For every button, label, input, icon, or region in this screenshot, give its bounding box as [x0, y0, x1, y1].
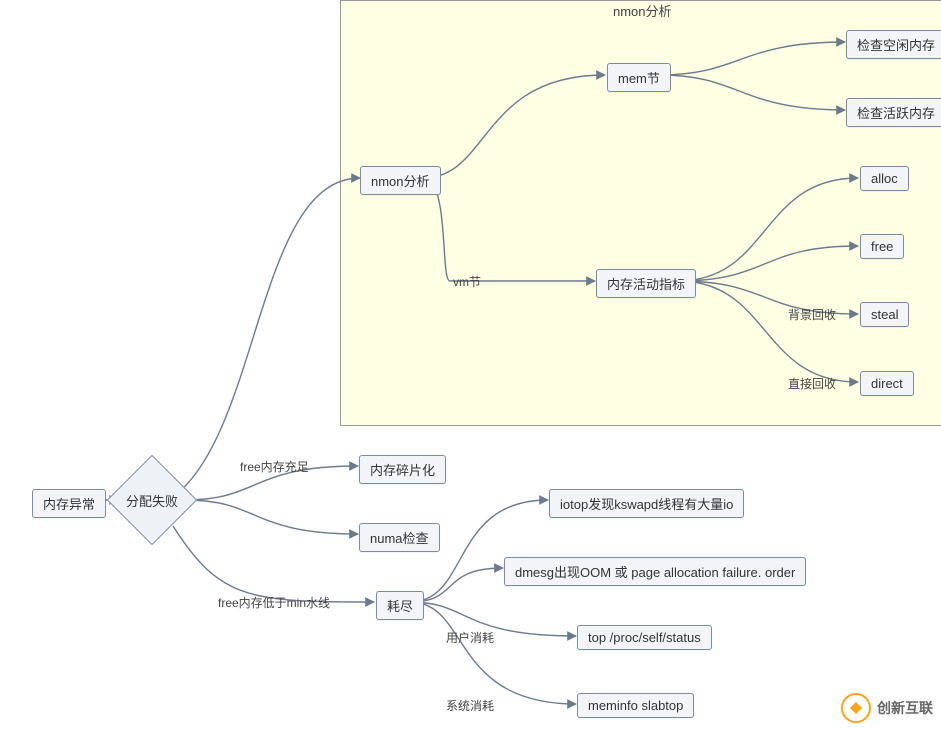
edge-label-sys-consume: 系统消耗: [446, 697, 494, 714]
node-iotop[interactable]: iotop发现kswapd线程有大量io: [549, 489, 744, 518]
node-mem-anomaly[interactable]: 内存异常: [32, 489, 106, 518]
node-alloc-fail[interactable]: 分配失败: [120, 468, 184, 532]
node-direct[interactable]: direct: [860, 371, 914, 396]
watermark-text: 创新互联: [877, 698, 933, 718]
node-alloc[interactable]: alloc: [860, 166, 909, 191]
edge-label-free-enough: free内存充足: [240, 458, 309, 475]
node-mem-section[interactable]: mem节: [607, 63, 671, 92]
label-vm-section: vm节: [453, 273, 481, 290]
edge-label-free-low: free内存低于min水线: [218, 594, 330, 611]
node-fragmentation[interactable]: 内存碎片化: [359, 455, 446, 484]
node-meminfo[interactable]: meminfo slabtop: [577, 693, 694, 718]
node-nmon-analysis[interactable]: nmon分析: [360, 166, 441, 195]
node-topproc[interactable]: top /proc/self/status: [577, 625, 712, 650]
node-dmesg[interactable]: dmesg出现OOM 或 page allocation failure. or…: [504, 557, 806, 586]
watermark: 创新互联: [841, 693, 933, 723]
node-free[interactable]: free: [860, 234, 904, 259]
watermark-icon: [841, 693, 871, 723]
group-title: nmon分析: [613, 1, 672, 20]
edge-label-user-consume: 用户消耗: [446, 629, 494, 646]
node-steal[interactable]: steal: [860, 302, 909, 327]
node-check-active-mem[interactable]: 检查活跃内存: [846, 98, 941, 127]
node-numa-check[interactable]: numa检查: [359, 523, 440, 552]
node-check-free-mem[interactable]: 检查空闲内存: [846, 30, 941, 59]
node-exhaust[interactable]: 耗尽: [376, 591, 424, 620]
node-mem-activity-index[interactable]: 内存活动指标: [596, 269, 696, 298]
edge-label-direct-reclaim: 直接回收: [788, 375, 836, 392]
edge-label-bg-reclaim: 背景回收: [788, 306, 836, 323]
diagram-stage: nmon分析: [0, 0, 941, 729]
